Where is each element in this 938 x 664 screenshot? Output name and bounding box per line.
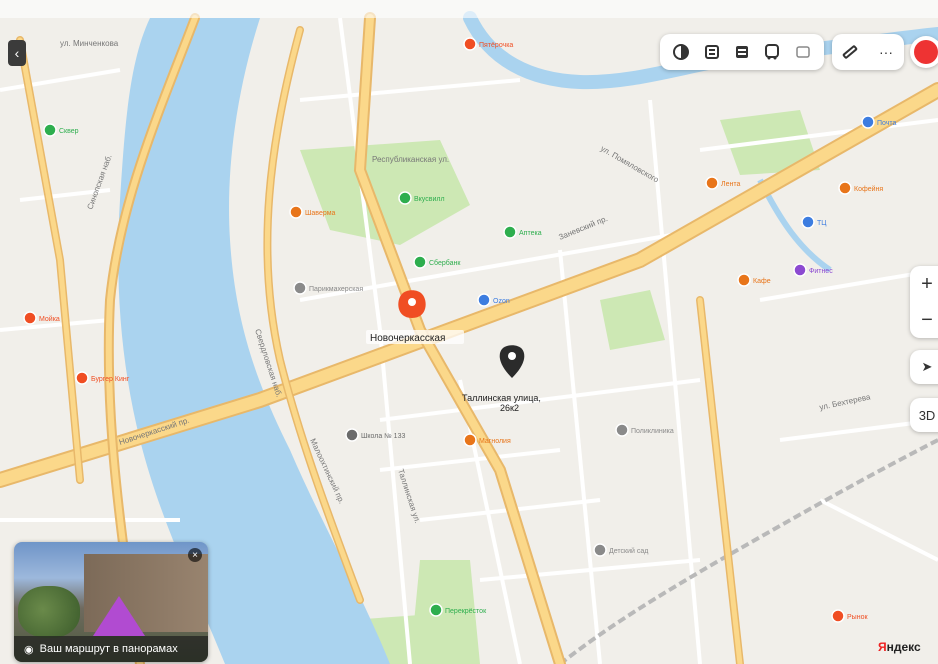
cup-icon [838, 181, 852, 195]
bag-icon [801, 215, 815, 229]
poi-label: Детский сад [609, 547, 648, 555]
route-panorama-preview[interactable]: × ◉ Ваш маршрут в панорамах [14, 542, 208, 662]
collapse-sidebar-button[interactable]: ‹ [8, 40, 26, 66]
bank-icon [413, 255, 427, 269]
layers-icon[interactable] [670, 41, 692, 63]
poi-label: Пятёрочка [479, 42, 513, 49]
burger-icon [75, 371, 89, 385]
panorama-tree [18, 586, 80, 638]
panorama-arrow-icon [93, 596, 145, 636]
box-icon [477, 293, 491, 307]
address-line2: 26к2 [500, 403, 519, 413]
cart-icon [463, 37, 477, 51]
panorama-caption-bar: ◉ Ваш маршрут в панорамах [14, 636, 208, 662]
yandex-logo: Яндекс [878, 640, 921, 654]
poi-label: Лента [721, 181, 740, 188]
three-d-button[interactable]: 3D [910, 398, 938, 432]
poi-label: Кафе [753, 278, 771, 285]
pin-icon [289, 205, 303, 219]
poi-label: Ozon [493, 298, 510, 305]
poi-label: Фитнес [809, 268, 833, 275]
pin-icon [463, 433, 477, 447]
profile-avatar[interactable] [910, 36, 938, 68]
cart-icon [705, 176, 719, 190]
cup-icon [737, 273, 751, 287]
zoom-in-button[interactable]: + [921, 274, 933, 294]
street-label: ул. Минченкова [60, 39, 119, 48]
hospital-icon [615, 423, 629, 437]
street-label: Республиканская ул. [372, 155, 449, 164]
poi-label: Мойка [39, 315, 60, 323]
panorama-caption: Ваш маршрут в панорамах [39, 643, 178, 655]
traffic-icon[interactable] [701, 41, 723, 63]
pin-icon [831, 609, 845, 623]
tools-toolbar: ··· [832, 34, 904, 70]
tree-icon [43, 123, 57, 137]
browser-top-strip [0, 0, 938, 18]
fitness-icon [793, 263, 807, 277]
panorama-icon: ◉ [24, 643, 34, 656]
poi-label: Школа № 133 [361, 433, 405, 440]
poi-label: Бургер Кинг [91, 376, 130, 383]
poi-label: Кофейня [854, 185, 883, 193]
poi-label: Аптека [519, 230, 542, 237]
locate-button[interactable]: ➤ [910, 350, 938, 384]
parking-icon[interactable] [731, 41, 753, 63]
transport-icon[interactable] [761, 41, 783, 63]
poi-label: Почта [877, 120, 897, 127]
more-icon[interactable]: ··· [875, 41, 897, 63]
address-line1: Таллинская улица, [462, 393, 541, 403]
pin-icon [23, 311, 37, 325]
poi-label: Поликлиника [631, 428, 674, 435]
poi-label: Шаверма [305, 210, 336, 217]
poi-label: Вкусвилл [414, 196, 445, 203]
poi-label: Сбербанк [429, 259, 461, 267]
poi-label: Перекрёсток [445, 608, 487, 615]
panorama-close-button[interactable]: × [188, 548, 202, 562]
cart-icon [429, 603, 443, 617]
school-icon [345, 428, 359, 442]
poi-label: Сквер [59, 128, 79, 135]
poi-label: ТЦ [817, 220, 827, 227]
poi-label: Рынок [847, 614, 868, 621]
pin-icon [593, 543, 607, 557]
ruler-icon[interactable] [839, 41, 861, 63]
zoom-out-button[interactable]: − [921, 310, 933, 330]
zoom-controls: + − [910, 266, 938, 338]
mail-icon [861, 115, 875, 129]
map-layers-toolbar [660, 34, 824, 70]
scissors-icon [293, 281, 307, 295]
pharmacy-icon [503, 225, 517, 239]
cart-icon [398, 191, 412, 205]
poi-label: Парикмахерская [309, 286, 363, 293]
poi-label: Магнолия [479, 438, 511, 445]
avatar-icon [914, 40, 938, 64]
metro-label: Новочеркасская [370, 333, 445, 344]
panorama-icon[interactable] [792, 41, 814, 63]
